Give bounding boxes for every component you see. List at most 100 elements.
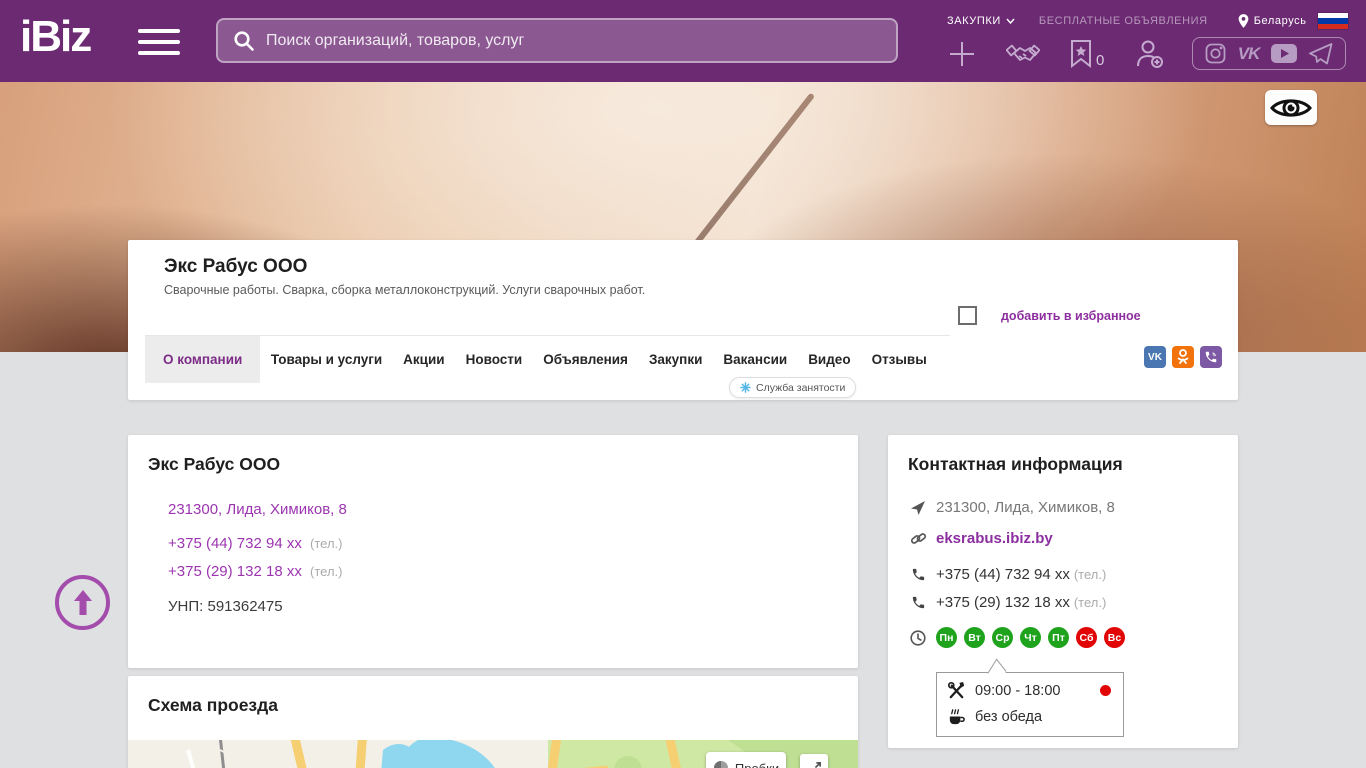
status-dot — [1100, 685, 1111, 696]
coffee-cup-icon — [947, 707, 966, 726]
unp-number: УНП: 591362475 — [168, 598, 283, 615]
phone-note: (тел.) — [1074, 595, 1106, 610]
company-tabs: О компании Товары и услуги Акции Новости… — [145, 335, 950, 383]
logo-text: iBiz — [20, 12, 90, 61]
top-navigation: ЗАКУПКИ БЕСПЛАТНЫЕ ОБЪЯВЛЕНИЯ Беларусь — [947, 12, 1348, 30]
phone-link[interactable]: +375 (29) 132 18 xx — [168, 563, 302, 580]
contact-phone: +375 (29) 132 18 xx — [936, 594, 1070, 611]
phone-icon — [908, 595, 928, 610]
viber-icon[interactable] — [1200, 346, 1222, 368]
weekday-badge[interactable]: Вт — [964, 627, 985, 648]
tab-products[interactable]: Товары и услуги — [260, 336, 392, 383]
working-days-row: Пн Вт Ср Чт Пт Сб Вс — [908, 627, 1125, 648]
weekday-badge[interactable]: Ср — [992, 627, 1013, 648]
phone-row: +375 (44) 732 94 xx (тел.) — [168, 535, 342, 552]
eye-icon — [1270, 96, 1312, 120]
search-icon — [232, 29, 256, 53]
map-heading: Схема проезда — [148, 695, 278, 716]
scroll-to-top-button[interactable] — [55, 575, 110, 630]
map-canvas[interactable]: Пробки — [128, 740, 858, 768]
telegram-icon[interactable] — [1309, 43, 1333, 65]
company-website-link[interactable]: eksrabus.ibiz.by — [936, 530, 1053, 547]
traffic-button[interactable]: Пробки — [706, 752, 786, 768]
address-link[interactable]: 231300, Лида, Химиков, 8 — [168, 501, 347, 518]
tools-icon — [947, 681, 966, 700]
fullscreen-map-button[interactable] — [800, 754, 828, 768]
visually-impaired-version-button[interactable] — [1265, 90, 1317, 125]
arrow-up-icon — [70, 588, 96, 618]
header-actions: 0 — [947, 36, 1165, 72]
clock-icon — [908, 630, 928, 646]
company-details-card: Экс Рабус ООО 231300, Лида, Химиков, 8 +… — [128, 435, 858, 668]
location-pin-icon — [1238, 14, 1249, 28]
details-heading: Экс Рабус ООО — [148, 454, 280, 475]
search-bar — [216, 18, 898, 63]
favorite-label: добавить в избранное — [1001, 309, 1141, 323]
menu-hamburger-icon[interactable] — [138, 29, 180, 55]
contact-phone: +375 (44) 732 94 xx — [936, 566, 1070, 583]
phone-note: (тел.) — [1074, 567, 1106, 582]
youtube-icon[interactable] — [1271, 44, 1297, 63]
add-user-icon[interactable] — [1133, 38, 1165, 70]
handshake-icon[interactable] — [1006, 39, 1040, 69]
language-flag-russia[interactable] — [1318, 13, 1348, 29]
company-header-card: Экс Рабус ООО Сварочные работы. Сварка, … — [128, 240, 1238, 400]
odnoklassniki-icon[interactable] — [1172, 346, 1194, 368]
tab-video[interactable]: Видео — [798, 336, 861, 383]
phone-link[interactable]: +375 (44) 732 94 xx — [168, 535, 302, 552]
favorite-checkbox[interactable] — [958, 306, 977, 325]
link-icon — [908, 530, 928, 547]
company-social-buttons: VK — [1144, 346, 1222, 368]
tab-promotions[interactable]: Акции — [393, 336, 455, 383]
contact-address: 231300, Лида, Химиков, 8 — [936, 499, 1115, 516]
weekday-badges: Пн Вт Ср Чт Пт Сб Вс — [936, 627, 1125, 648]
weekday-badge[interactable]: Пт — [1048, 627, 1069, 648]
contact-phone-row: +375 (44) 732 94 xx (тел.) — [908, 566, 1106, 583]
tab-reviews[interactable]: Отзывы — [861, 336, 937, 383]
favorites-bookmark-icon[interactable]: 0 — [1069, 39, 1104, 69]
search-input[interactable] — [266, 32, 882, 50]
tab-vacancies[interactable]: Вакансии — [713, 336, 798, 383]
tab-ads[interactable]: Объявления — [533, 336, 639, 383]
weekday-badge[interactable]: Пн — [936, 627, 957, 648]
expand-arrows-icon — [807, 761, 822, 768]
contact-phone-row: +375 (29) 132 18 xx (тел.) — [908, 594, 1106, 611]
tab-procurement[interactable]: Закупки — [638, 336, 712, 383]
working-hours: 09:00 - 18:00 — [975, 683, 1060, 699]
vk-share-icon[interactable]: VK — [1144, 346, 1166, 368]
contact-website-row: eksrabus.ibiz.by — [908, 530, 1053, 547]
weekday-badge[interactable]: Сб — [1076, 627, 1097, 648]
add-to-favorites[interactable]: добавить в избранное — [958, 306, 1141, 325]
lunch-row: без обеда — [947, 707, 1113, 726]
nav-country[interactable]: Беларусь — [1238, 14, 1307, 28]
traffic-light-icon — [713, 760, 729, 768]
header: iBiz ЗАКУПКИ БЕСПЛАТНЫЕ ОБЪЯВЛЕНИЯ Белар… — [0, 0, 1366, 82]
tab-news[interactable]: Новости — [455, 336, 533, 383]
add-company-icon[interactable] — [947, 39, 977, 69]
phone-icon — [908, 567, 928, 582]
weekday-badge[interactable]: Чт — [1020, 627, 1041, 648]
contact-address-row: 231300, Лида, Химиков, 8 — [908, 499, 1115, 516]
burst-icon — [740, 382, 751, 393]
contact-heading: Контактная информация — [908, 454, 1123, 475]
phone-note: (тел.) — [310, 564, 342, 579]
tab-about[interactable]: О компании — [145, 336, 260, 383]
phone-note: (тел.) — [310, 536, 342, 551]
nav-free-ads[interactable]: БЕСПЛАТНЫЕ ОБЪЯВЛЕНИЯ — [1039, 15, 1208, 27]
company-subtitle: Сварочные работы. Сварка, сборка металло… — [164, 283, 645, 297]
logo[interactable]: iBiz — [20, 12, 90, 62]
page-title: Экс Рабус ООО — [164, 256, 307, 278]
employment-service-badge[interactable]: Служба занятости — [729, 377, 856, 398]
working-hours-tooltip: 09:00 - 18:00 без обеда — [936, 672, 1124, 737]
weekday-badge[interactable]: Вс — [1104, 627, 1125, 648]
lunch-info: без обеда — [975, 709, 1042, 725]
contact-info-card: Контактная информация 231300, Лида, Хими… — [888, 435, 1238, 748]
social-links-group: VK — [1192, 37, 1346, 70]
nav-procurement[interactable]: ЗАКУПКИ — [947, 15, 1015, 27]
chevron-down-icon — [1006, 18, 1015, 24]
instagram-icon[interactable] — [1205, 43, 1226, 64]
phone-row: +375 (29) 132 18 xx (тел.) — [168, 563, 342, 580]
navigation-arrow-icon — [908, 500, 928, 516]
hours-row: 09:00 - 18:00 — [947, 681, 1113, 700]
vk-icon[interactable]: VK — [1238, 44, 1260, 64]
